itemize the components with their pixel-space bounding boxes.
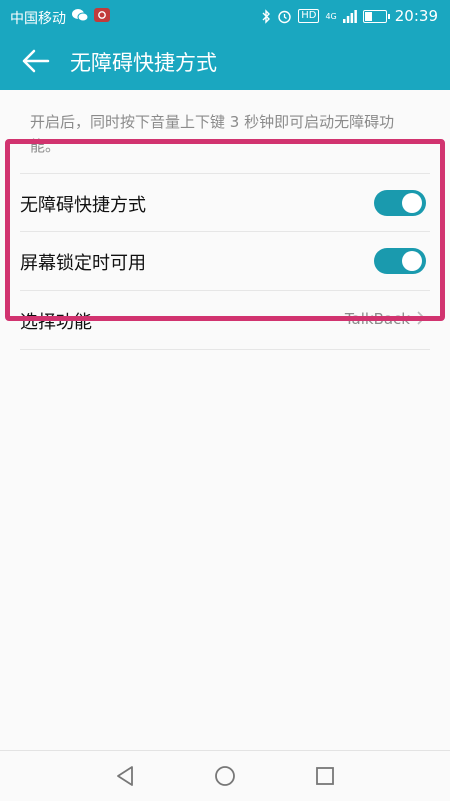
signal-icon bbox=[342, 9, 357, 23]
back-triangle-icon[interactable] bbox=[112, 763, 138, 789]
app-notification-icon bbox=[94, 8, 110, 22]
toggle-knob bbox=[402, 193, 422, 213]
clock: 20:39 bbox=[394, 7, 438, 25]
hd-icon: HD bbox=[298, 9, 320, 23]
setting-label: 选择功能 bbox=[20, 312, 92, 333]
selected-feature-value: TalkBack bbox=[344, 310, 410, 328]
status-left-icons bbox=[72, 8, 110, 22]
alarm-icon bbox=[278, 10, 291, 23]
status-right-icons: HD 4G 20:39 bbox=[261, 7, 438, 25]
toggle-knob bbox=[402, 251, 422, 271]
shortcut-description: 开启后，同时按下音量上下键 3 秒钟即可启动无障碍功能。 bbox=[30, 113, 395, 155]
shortcut-toggle[interactable] bbox=[374, 190, 426, 216]
navigation-bar bbox=[0, 750, 450, 801]
setting-row-lockscreen[interactable]: 屏幕锁定时可用 bbox=[20, 231, 430, 290]
wechat-icon bbox=[72, 9, 88, 22]
setting-row-shortcut[interactable]: 无障碍快捷方式 bbox=[20, 173, 430, 232]
carrier-name: 中国移动 bbox=[10, 11, 66, 27]
setting-label: 无障碍快捷方式 bbox=[20, 195, 146, 216]
home-circle-icon[interactable] bbox=[212, 763, 238, 789]
setting-label: 屏幕锁定时可用 bbox=[20, 253, 146, 274]
back-arrow-icon[interactable] bbox=[20, 46, 52, 76]
bluetooth-icon bbox=[262, 8, 271, 24]
recents-square-icon[interactable] bbox=[312, 763, 338, 789]
status-bar: 中国移动 HD 4G 20:39 bbox=[0, 0, 450, 32]
network-type: 4G bbox=[325, 11, 337, 21]
app-bar: 无障碍快捷方式 bbox=[0, 32, 450, 90]
chevron-right-icon bbox=[417, 311, 426, 325]
setting-row-select-feature[interactable]: 选择功能 TalkBack bbox=[20, 290, 430, 350]
battery-icon bbox=[362, 9, 390, 23]
lockscreen-toggle[interactable] bbox=[374, 248, 426, 274]
page-title: 无障碍快捷方式 bbox=[70, 51, 217, 75]
